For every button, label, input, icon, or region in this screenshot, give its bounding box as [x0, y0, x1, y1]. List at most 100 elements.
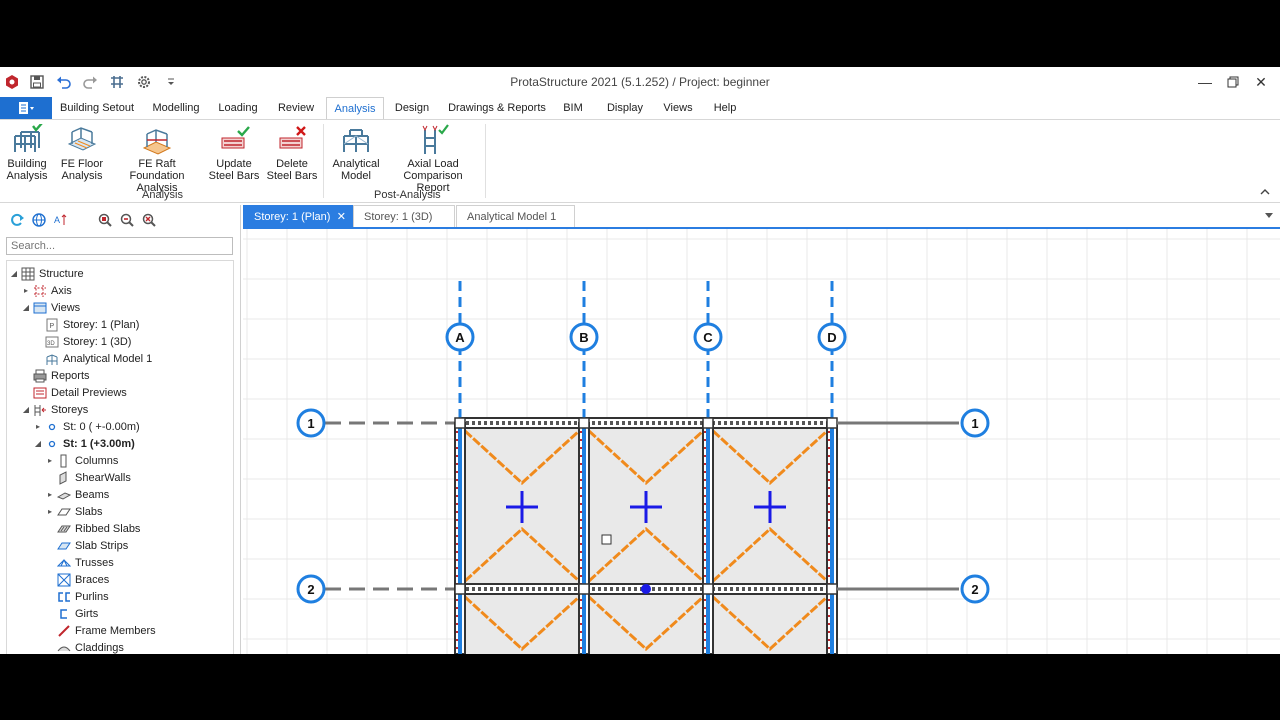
menu-tab-drawings-reports[interactable]: Drawings & Reports	[446, 97, 548, 119]
delete-steel-bars-icon	[279, 126, 306, 149]
tree-item-label: Girts	[75, 608, 99, 620]
tree-item-structure[interactable]: ◢ Structure	[9, 266, 84, 282]
update-steel-bars-button[interactable]: Update Steel Bars	[208, 124, 260, 182]
collapse-ribbon-icon[interactable]	[1259, 186, 1271, 199]
menu-tab-review[interactable]: Review	[272, 97, 320, 119]
doc-tab-label: Analytical Model 1	[467, 211, 557, 223]
delete-steel-bars-label-2: Steel Bars	[266, 170, 318, 182]
menu-tab-modelling[interactable]: Modelling	[146, 97, 206, 119]
tree-item-slabs[interactable]: ▸ Slabs	[45, 504, 103, 520]
menu-tab-design[interactable]: Design	[390, 97, 434, 119]
expand-arrow-icon[interactable]: ▸	[45, 487, 55, 503]
collapse-arrow-icon[interactable]: ◢	[21, 300, 31, 316]
tree-search-input[interactable]	[6, 237, 233, 255]
tree-item-beams[interactable]: ▸ Beams	[45, 487, 109, 503]
tree-item-purlins[interactable]: Purlins	[45, 589, 109, 605]
axis-label: B	[579, 330, 588, 345]
zoom-out-icon[interactable]	[118, 211, 136, 229]
tree-item-columns[interactable]: ▸ Columns	[45, 453, 118, 469]
column[interactable]	[702, 583, 714, 595]
ribbed-slabs-icon	[57, 522, 71, 536]
collapse-arrow-icon[interactable]: ◢	[21, 402, 31, 418]
minimize-icon[interactable]: —	[1195, 73, 1215, 91]
tree-item-claddings[interactable]: Claddings	[45, 640, 124, 654]
analytical-model-label-1: Analytical	[332, 158, 380, 170]
restore-icon[interactable]	[1223, 73, 1243, 91]
menu-tab-help[interactable]: Help	[708, 97, 742, 119]
plan-drawing-canvas[interactable]: A B C D 1 1 2 2	[243, 229, 1280, 654]
axial-load-comparison-report-button[interactable]: Axial Load Comparison Report	[386, 124, 480, 194]
tree-item-label: St: 1 (+3.00m)	[63, 438, 135, 450]
delete-steel-bars-label-1: Delete	[276, 158, 308, 170]
expand-arrow-icon[interactable]: ▸	[21, 283, 31, 299]
column[interactable]	[826, 417, 838, 429]
collapse-arrow-icon[interactable]: ◢	[33, 436, 43, 452]
expand-arrow-icon[interactable]: ▸	[33, 419, 43, 435]
tree-item-trusses[interactable]: Trusses	[45, 555, 114, 571]
analytical-model-icon	[343, 129, 369, 152]
tree-item-storey-1-3d[interactable]: 3D Storey: 1 (3D)	[33, 334, 131, 350]
slab-strips-icon	[57, 539, 71, 553]
tree-item-views[interactable]: ◢ Views	[21, 300, 80, 316]
tree-item-detail-previews[interactable]: Detail Previews	[21, 385, 127, 401]
column[interactable]	[578, 583, 590, 595]
axis-icon	[33, 284, 47, 298]
analytical-model-button[interactable]: Analytical Model	[330, 124, 382, 182]
tree-item-label: Storey: 1 (Plan)	[63, 319, 140, 331]
close-tab-icon[interactable]: ✕	[337, 206, 346, 228]
tree-item-shearwalls[interactable]: ShearWalls	[45, 470, 131, 486]
menu-tab-views[interactable]: Views	[660, 97, 696, 119]
tree-item-braces[interactable]: Braces	[45, 572, 109, 588]
file-menu-button[interactable]	[0, 97, 52, 119]
tree-item-label: Reports	[51, 370, 90, 382]
menu-tab-analysis[interactable]: Analysis	[326, 97, 384, 119]
menu-tab-display[interactable]: Display	[602, 97, 648, 119]
column[interactable]	[454, 417, 466, 429]
column[interactable]	[702, 417, 714, 429]
tree-item-label: Columns	[75, 455, 119, 467]
tree-item-slab-strips[interactable]: Slab Strips	[45, 538, 128, 554]
column[interactable]	[454, 583, 466, 595]
svg-text:P: P	[50, 323, 55, 330]
menu-tab-bim[interactable]: BIM	[558, 97, 588, 119]
delete-steel-bars-button[interactable]: Delete Steel Bars	[266, 124, 318, 182]
axis-label: 1	[307, 416, 314, 431]
fe-raft-foundation-analysis-button[interactable]: FE Raft Foundation Analysis	[110, 124, 204, 194]
tree-item-storey-0[interactable]: ▸ St: 0 ( +-0.00m)	[33, 419, 140, 435]
zoom-extents-icon[interactable]	[140, 211, 158, 229]
expand-arrow-icon[interactable]: ▸	[45, 504, 55, 520]
globe-icon[interactable]	[30, 211, 48, 229]
tree-item-analytical-model-1[interactable]: Analytical Model 1	[33, 351, 152, 367]
fe-floor-analysis-button[interactable]: FE Floor Analysis	[58, 124, 106, 182]
tree-item-frame-members[interactable]: Frame Members	[45, 623, 156, 639]
ribbon-group-post-analysis-label: Post-Analysis	[374, 189, 441, 201]
slab-panel[interactable]	[708, 423, 832, 654]
doc-tab-storey-1-plan[interactable]: Storey: 1 (Plan) ✕	[243, 205, 353, 227]
menu-tab-loading[interactable]: Loading	[214, 97, 262, 119]
selection-handle[interactable]	[601, 534, 612, 545]
refresh-icon[interactable]	[8, 211, 26, 229]
zoom-window-icon[interactable]	[96, 211, 114, 229]
sort-alpha-icon[interactable]: A	[52, 211, 70, 229]
doc-tab-storey-1-3d[interactable]: Storey: 1 (3D)	[353, 205, 455, 227]
column[interactable]	[578, 417, 590, 429]
tree-item-storey-1[interactable]: ◢ St: 1 (+3.00m)	[33, 436, 135, 452]
menu-tab-building-setout[interactable]: Building Setout	[58, 97, 136, 119]
tree-item-storey-1-plan[interactable]: P Storey: 1 (Plan)	[33, 317, 139, 333]
tree-item-ribbed-slabs[interactable]: Ribbed Slabs	[45, 521, 140, 537]
tab-list-dropdown-icon[interactable]	[1264, 210, 1274, 222]
doc-tab-analytical-model-1[interactable]: Analytical Model 1	[456, 205, 575, 227]
girts-icon	[57, 607, 71, 621]
building-analysis-button[interactable]: Building Analysis	[4, 124, 50, 182]
tree-item-girts[interactable]: Girts	[45, 606, 98, 622]
plan-drawing[interactable]: A B C D 1 1 2 2	[243, 229, 1280, 654]
close-window-icon[interactable]: ✕	[1251, 73, 1271, 91]
column[interactable]	[826, 583, 838, 595]
tree-item-label: Ribbed Slabs	[75, 523, 141, 535]
collapse-arrow-icon[interactable]: ◢	[9, 266, 19, 282]
tree-item-storeys[interactable]: ◢ Storeys	[21, 402, 88, 418]
expand-arrow-icon[interactable]: ▸	[45, 453, 55, 469]
tree-item-reports[interactable]: Reports	[21, 368, 90, 384]
tree-item-axis[interactable]: ▸ Axis	[21, 283, 72, 299]
slab-panel[interactable]	[460, 423, 584, 654]
